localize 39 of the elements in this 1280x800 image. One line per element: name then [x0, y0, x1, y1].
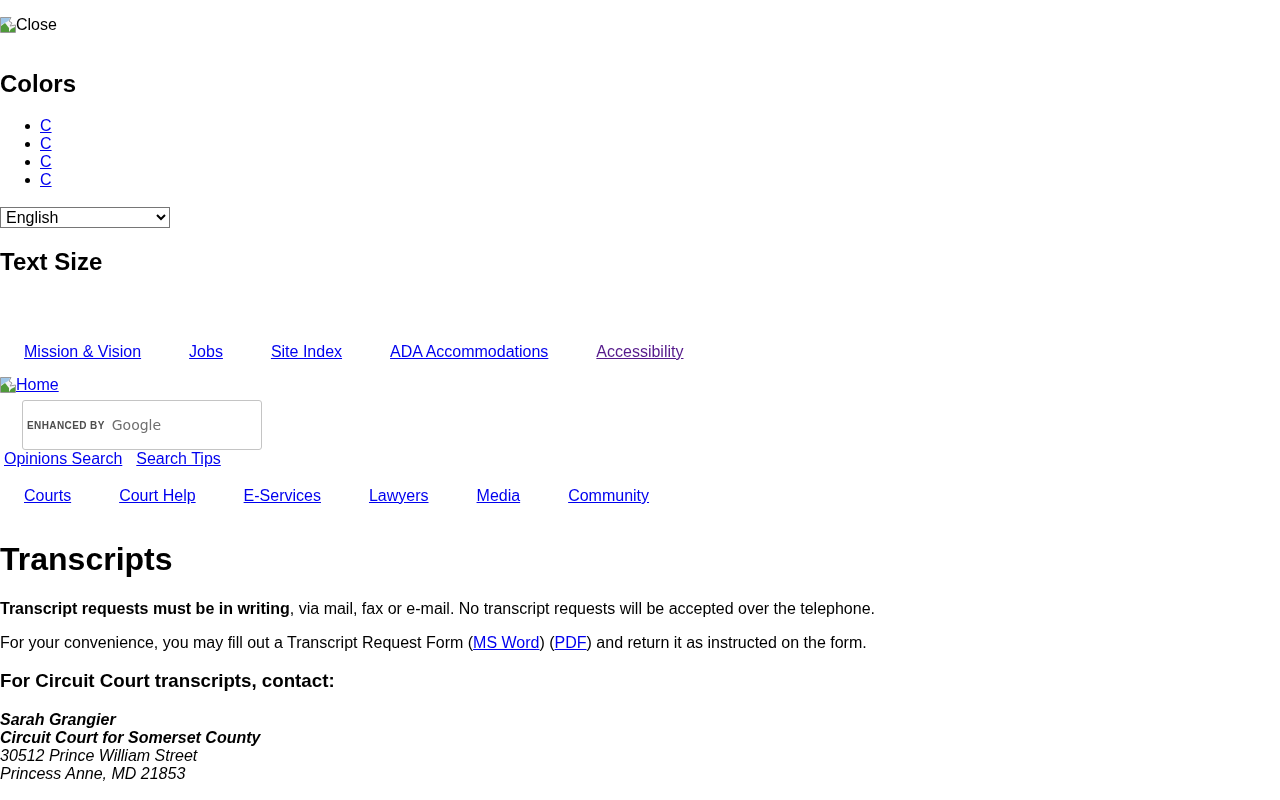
theme-option-link[interactable]: C	[40, 171, 52, 189]
language-select[interactable]: English	[0, 207, 170, 228]
section-heading: For Circuit Court transcripts, contact:	[0, 670, 335, 692]
nav-link[interactable]: Jobs	[189, 343, 223, 361]
form-paragraph: For your convenience, you may fill out a Transcript Request Form (MS Word) (PDF) and return it as instructed on the form.	[0, 634, 867, 652]
nav-link[interactable]: Mission & Vision	[24, 343, 142, 361]
panel-heading: Text Size	[0, 248, 103, 276]
nav-link[interactable]: E-Services	[243, 487, 321, 505]
address-line: Princess Anne, MD 21853	[0, 765, 186, 783]
broken-image-icon	[0, 17, 16, 33]
nav-link[interactable]: ADA Accommodations	[390, 343, 549, 361]
bullet-icon	[25, 123, 30, 129]
document-link[interactable]: MS Word	[473, 634, 540, 651]
home-link[interactable]: Home	[0, 376, 59, 394]
nav-link[interactable]: Accessibility	[596, 343, 684, 361]
bullet-icon	[25, 141, 30, 147]
search-link[interactable]: Search Tips	[136, 450, 221, 468]
nav-link[interactable]: Court Help	[119, 487, 196, 505]
broken-image-icon	[0, 377, 16, 393]
panel-heading: Colors	[0, 70, 76, 98]
nav-link[interactable]: Site Index	[270, 343, 343, 361]
address-line: Sarah Grangier	[0, 711, 116, 729]
nav-link[interactable]: Courts	[24, 487, 72, 505]
close-button[interactable]: Close	[0, 16, 57, 34]
nav-link[interactable]: Community	[568, 487, 650, 505]
theme-option-link[interactable]: C	[40, 117, 52, 135]
document-link[interactable]: PDF	[554, 634, 587, 651]
search-field[interactable]: ENHANCED BY Google	[22, 400, 262, 450]
notice-paragraph: Transcript requests must be in writing, via mail, fax or e-mail. No transcript requests will be accepted over the telephone.	[0, 600, 875, 618]
theme-option-link[interactable]: C	[40, 135, 52, 153]
nav-link[interactable]: Lawyers	[368, 487, 429, 505]
theme-option-link[interactable]: C	[40, 153, 52, 171]
address-line: 30512 Prince William Street	[0, 747, 198, 765]
bullet-icon	[25, 159, 30, 165]
address-line: Circuit Court for Somerset County	[0, 729, 261, 747]
search-link[interactable]: Opinions Search	[4, 450, 123, 468]
page-title: Transcripts	[0, 541, 173, 578]
nav-link[interactable]: Media	[476, 487, 521, 505]
bullet-icon	[25, 177, 30, 183]
